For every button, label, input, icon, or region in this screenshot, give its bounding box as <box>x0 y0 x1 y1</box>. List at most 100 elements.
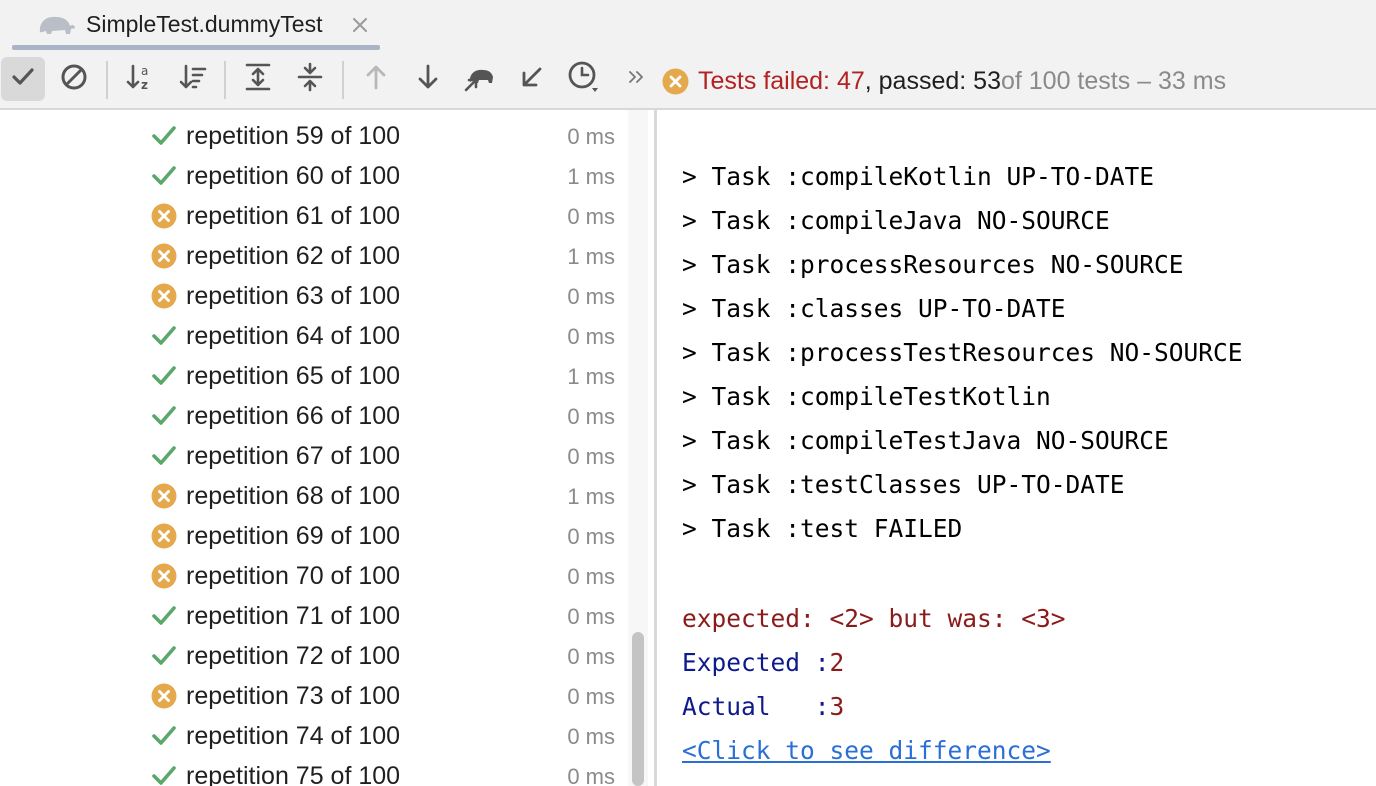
console-output: expected: <2> but was: <3> Expected :2 A… <box>658 110 1376 786</box>
sort-by-duration-button[interactable] <box>171 57 215 101</box>
test-duration: 1 ms <box>567 364 615 389</box>
test-row[interactable]: repetition 68 of 100 1 ms <box>0 475 626 515</box>
failed-x-icon <box>151 563 177 589</box>
actual-label: Actual : <box>682 692 830 721</box>
test-row[interactable]: repetition 74 of 100 0 ms <box>0 715 626 755</box>
test-name: repetition 62 of 100 <box>186 242 401 270</box>
collapse-all-button[interactable] <box>288 57 332 101</box>
test-row[interactable]: repetition 75 of 100 0 ms <box>0 755 626 786</box>
next-failed-button[interactable] <box>406 57 450 101</box>
expected-value: 2 <box>829 648 845 677</box>
passed-check-icon <box>151 603 177 629</box>
test-row[interactable]: repetition 66 of 100 0 ms <box>0 395 626 435</box>
test-name: repetition 60 of 100 <box>186 162 401 190</box>
test-row[interactable]: repetition 67 of 100 0 ms <box>0 435 626 475</box>
test-row[interactable]: repetition 65 of 100 1 ms <box>0 355 626 395</box>
toolbar-separator <box>342 61 344 99</box>
gradle-task-line: > Task :classes UP-TO-DATE <box>682 294 1066 323</box>
failed-x-icon <box>151 283 177 309</box>
click-to-see-difference-link[interactable]: <Click to see difference> <box>682 736 1051 765</box>
test-row[interactable]: repetition 60 of 100 1 ms <box>0 155 626 195</box>
gradle-task-line: > Task :testClasses UP-TO-DATE <box>682 470 1125 499</box>
test-name: repetition 69 of 100 <box>186 522 401 550</box>
failed-x-icon <box>151 523 177 549</box>
test-name: repetition 66 of 100 <box>186 402 401 430</box>
test-row[interactable]: repetition 69 of 100 0 ms <box>0 515 626 555</box>
show-passed-button[interactable] <box>1 57 45 101</box>
previous-failed-button[interactable] <box>354 57 398 101</box>
clock-icon <box>567 60 601 99</box>
passed-check-icon <box>151 403 177 429</box>
gradle-import-button[interactable] <box>458 57 502 101</box>
arrow-up-icon <box>363 63 389 96</box>
passed-check-icon <box>151 763 177 786</box>
test-duration: 0 ms <box>567 284 615 309</box>
test-row[interactable]: repetition 72 of 100 0 ms <box>0 635 626 675</box>
toolbar-separator <box>224 61 226 99</box>
tab-bar: SimpleTest.dummyTest <box>0 0 1376 50</box>
test-duration: 0 ms <box>567 644 615 669</box>
test-name: repetition 59 of 100 <box>186 122 401 150</box>
test-row[interactable]: repetition 61 of 100 0 ms <box>0 195 626 235</box>
test-name: repetition 74 of 100 <box>186 722 401 750</box>
show-ignored-button[interactable] <box>52 57 96 101</box>
test-tree: repetition 59 of 100 0 ms repetition 60 of… <box>0 110 626 786</box>
failed-x-icon <box>151 203 177 229</box>
test-row[interactable]: repetition 70 of 100 0 ms <box>0 555 626 595</box>
test-row[interactable]: repetition 62 of 100 1 ms <box>0 235 626 275</box>
test-name: repetition 61 of 100 <box>186 202 401 230</box>
sort-alphabetically-button[interactable]: a z <box>118 57 162 101</box>
test-duration: 0 ms <box>567 564 615 589</box>
gradle-task-line: > Task :compileTestKotlin <box>682 382 1051 411</box>
total-tests-label: of 100 tests – 33 ms <box>1000 66 1227 95</box>
test-name: repetition 67 of 100 <box>186 442 401 470</box>
actual-value: 3 <box>829 692 845 721</box>
test-status-summary: Tests failed: 47, passed: 53 of 100 test… <box>662 66 1226 96</box>
expand-all-button[interactable] <box>236 57 280 101</box>
gradle-task-line: > Task :compileKotlin UP-TO-DATE <box>682 162 1155 191</box>
test-name: repetition 65 of 100 <box>186 362 401 390</box>
passed-check-icon <box>151 443 177 469</box>
failed-count-label: Tests failed: 47 <box>698 66 865 95</box>
test-name: repetition 63 of 100 <box>186 282 401 310</box>
passed-check-icon <box>151 643 177 669</box>
test-row[interactable]: repetition 73 of 100 0 ms <box>0 675 626 715</box>
gradle-task-line: > Task :compileTestJava NO-SOURCE <box>682 426 1169 455</box>
arrow-down-left-icon <box>518 63 546 96</box>
test-duration: 0 ms <box>567 724 615 749</box>
failed-status-icon <box>662 68 689 95</box>
ban-icon <box>60 63 88 96</box>
test-duration: 0 ms <box>567 124 615 149</box>
test-name: repetition 72 of 100 <box>186 642 401 670</box>
failed-x-icon <box>151 683 177 709</box>
sort-alpha-icon: a z <box>125 62 155 97</box>
passed-check-icon <box>151 323 177 349</box>
elephant-arrow-icon <box>464 62 496 97</box>
tab-title: SimpleTest.dummyTest <box>86 11 323 37</box>
tab-simple-test[interactable]: SimpleTest.dummyTest <box>12 0 380 50</box>
test-history-button[interactable] <box>562 57 606 101</box>
test-duration: 0 ms <box>567 604 615 629</box>
more-button[interactable] <box>614 57 658 101</box>
test-name: repetition 70 of 100 <box>186 562 401 590</box>
close-icon[interactable] <box>349 14 371 36</box>
test-name: repetition 64 of 100 <box>186 322 401 350</box>
test-duration: 1 ms <box>567 484 615 509</box>
failed-x-icon <box>151 483 177 509</box>
test-row[interactable]: repetition 64 of 100 0 ms <box>0 315 626 355</box>
passed-check-icon <box>151 123 177 149</box>
arrow-down-icon <box>415 63 441 96</box>
test-duration: 0 ms <box>567 684 615 709</box>
test-row[interactable]: repetition 63 of 100 0 ms <box>0 275 626 315</box>
tree-scrollbar-thumb[interactable] <box>632 632 644 786</box>
test-row[interactable]: repetition 71 of 100 0 ms <box>0 595 626 635</box>
collapse-all-icon <box>296 62 324 97</box>
gradle-task-line: > Task :processResources NO-SOURCE <box>682 250 1184 279</box>
test-row[interactable]: repetition 59 of 100 0 ms <box>0 115 626 155</box>
toolbar-separator <box>106 61 108 99</box>
export-results-button[interactable] <box>510 57 554 101</box>
test-duration: 0 ms <box>567 324 615 349</box>
gradle-task-line: > Task :compileJava NO-SOURCE <box>682 206 1110 235</box>
panel-splitter[interactable] <box>654 110 657 786</box>
passed-check-icon <box>151 723 177 749</box>
